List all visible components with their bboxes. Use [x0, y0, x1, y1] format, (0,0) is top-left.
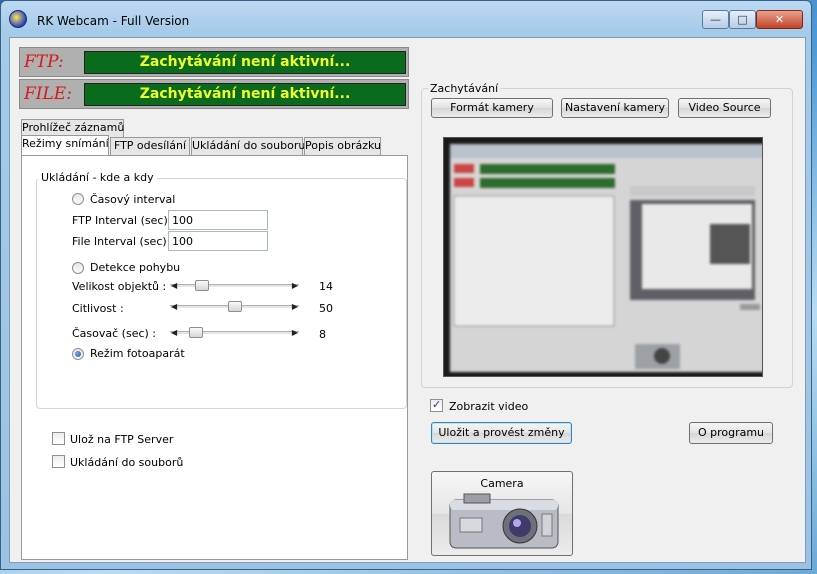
- video-frame: [450, 144, 762, 372]
- timer-interval-label: Časový interval: [90, 193, 176, 206]
- object-size-label: Velikost objektů :: [72, 280, 167, 293]
- object-size-slider[interactable]: ◀ ▶: [170, 279, 299, 292]
- maximize-button[interactable]: □: [729, 10, 756, 29]
- file-status-row: FILE: Zachytávání není aktivní...: [19, 79, 409, 109]
- timer-value: 8: [319, 328, 326, 341]
- tab-save-to-file[interactable]: Ukládání do souboru: [191, 137, 305, 155]
- slider-right-arrow-icon: ▶: [291, 302, 298, 311]
- file-status-text: Zachytávání není aktivní...: [84, 83, 406, 106]
- slider-right-arrow-icon: ▶: [291, 281, 298, 290]
- slider-left-arrow-icon: ◀: [171, 281, 178, 290]
- camera-format-button[interactable]: Formát kamery: [431, 98, 553, 118]
- sensitivity-value: 50: [319, 302, 333, 315]
- title-bar[interactable]: RK Webcam - Full Version — □ ✕: [1, 1, 811, 37]
- tab-ftp-upload[interactable]: FTP odesílání: [110, 137, 190, 155]
- app-logo-icon: [9, 10, 27, 28]
- file-interval-label: File Interval (sec) :: [72, 235, 174, 248]
- client-area: FTP: Zachytávání není aktivní... FILE: Z…: [9, 37, 806, 563]
- object-size-thumb[interactable]: [194, 280, 209, 291]
- about-button[interactable]: O programu: [689, 422, 773, 444]
- camera-settings-button[interactable]: Nastavení kamery: [561, 98, 669, 118]
- ftp-status-row: FTP: Zachytávání není aktivní...: [19, 47, 409, 77]
- save-to-file-checkbox[interactable]: [52, 455, 65, 468]
- blurred-screen-image: [450, 144, 762, 372]
- file-status-label: FILE:: [24, 84, 72, 104]
- tab-image-caption[interactable]: Popis obrázku: [304, 137, 381, 155]
- ftp-status-text: Zachytávání není aktivní...: [84, 51, 406, 74]
- timer-label: Časovač (sec) :: [72, 327, 157, 340]
- tab-capture-modes[interactable]: Režimy snímání: [21, 135, 109, 155]
- video-source-button[interactable]: Video Source: [678, 98, 771, 118]
- timer-interval-radio[interactable]: [72, 193, 84, 205]
- slider-right-arrow-icon: ▶: [291, 328, 298, 337]
- camera-button[interactable]: Camera: [431, 471, 573, 556]
- show-video-label: Zobrazit video: [449, 400, 529, 413]
- ftp-interval-label: FTP Interval (sec) :: [72, 214, 175, 227]
- ftp-server-checkbox[interactable]: [52, 432, 65, 445]
- show-video-checkbox[interactable]: [430, 398, 443, 412]
- video-preview: [443, 137, 763, 377]
- minimize-button[interactable]: —: [702, 10, 729, 29]
- timer-thumb[interactable]: [189, 327, 204, 338]
- slider-left-arrow-icon: ◀: [171, 328, 178, 337]
- storage-group-title: Ukládání - kde a kdy: [38, 171, 157, 184]
- capture-group-title: Zachytávání: [428, 82, 501, 95]
- maximize-icon: □: [737, 13, 748, 26]
- app-window: RK Webcam - Full Version — □ ✕ FTP: Zach…: [0, 0, 812, 570]
- minimize-icon: —: [710, 13, 721, 26]
- sensitivity-label: Citlivost :: [72, 302, 124, 315]
- timer-slider[interactable]: ◀ ▶: [170, 326, 299, 339]
- save-apply-button[interactable]: Uložit a provést změny: [431, 422, 572, 444]
- photo-mode-label: Režim fotoaparát: [90, 347, 185, 360]
- camera-icon: [449, 493, 559, 549]
- camera-button-label: Camera: [480, 477, 524, 490]
- object-size-value: 14: [319, 280, 333, 293]
- motion-detection-label: Detekce pohybu: [90, 261, 181, 274]
- file-interval-input[interactable]: [168, 231, 268, 251]
- ftp-interval-input[interactable]: [168, 210, 268, 230]
- ftp-status-label: FTP:: [24, 52, 64, 72]
- ftp-server-label: Ulož na FTP Server: [70, 433, 174, 446]
- slider-left-arrow-icon: ◀: [171, 302, 178, 311]
- close-icon: ✕: [774, 13, 785, 26]
- motion-detection-radio[interactable]: [72, 262, 84, 274]
- close-button[interactable]: ✕: [756, 10, 803, 29]
- photo-mode-radio[interactable]: [72, 348, 84, 360]
- sensitivity-slider[interactable]: ◀ ▶: [170, 300, 299, 313]
- window-title: RK Webcam - Full Version: [37, 14, 190, 28]
- save-to-file-label: Ukládání do souborů: [70, 456, 184, 469]
- sensitivity-thumb[interactable]: [227, 301, 242, 312]
